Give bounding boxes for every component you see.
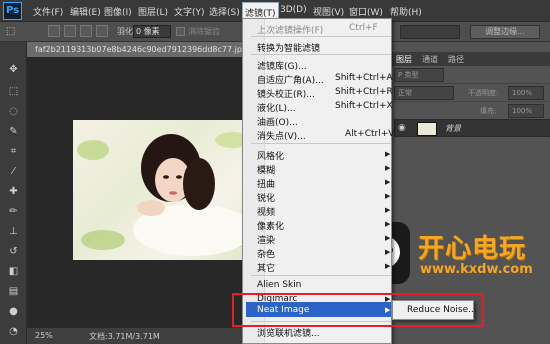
- new-selection-button[interactable]: [48, 25, 60, 37]
- layer-row-background[interactable]: ◉ 背景: [394, 119, 550, 137]
- menu-item-oil-paint[interactable]: 油画(O)...: [257, 115, 298, 128]
- crop-tool-icon[interactable]: ⌗: [8, 146, 19, 157]
- menu-help[interactable]: 帮助(H): [390, 5, 422, 18]
- antialias-checkbox[interactable]: [176, 27, 185, 36]
- quick-select-tool-icon[interactable]: ✎: [8, 126, 19, 137]
- layer-filter-row: P 类型: [388, 66, 550, 84]
- doc-info: 文档:3.71M/3.71M: [89, 332, 160, 341]
- panel-tabs: 图层 通道 路径: [388, 52, 550, 66]
- opacity-input[interactable]: 100%: [508, 86, 544, 100]
- menu-item-render[interactable]: 渲染: [257, 233, 275, 246]
- blur-tool-icon[interactable]: ●: [8, 306, 19, 317]
- document-tab[interactable]: faf2b2119313b07e8b4246c90ed7912396dd8c77…: [27, 42, 247, 57]
- submenu-arrow-icon: ▶: [385, 234, 391, 242]
- menu-item-last-filter[interactable]: 上次滤镜操作(F): [257, 23, 323, 36]
- stamp-tool-icon[interactable]: ⊥: [8, 226, 19, 237]
- tab-paths[interactable]: 路径: [448, 54, 464, 65]
- feather-input[interactable]: 0 像素: [133, 25, 171, 38]
- dodge-tool-icon[interactable]: ◔: [8, 326, 19, 337]
- submenu-arrow-icon: ▶: [385, 164, 391, 172]
- layer-name: 背景: [445, 124, 461, 133]
- fill-label: 填充:: [480, 107, 497, 115]
- marquee-tool-icon[interactable]: ⬚: [8, 86, 19, 97]
- shortcut-lens-correction: Shift+Ctrl+R: [335, 87, 393, 97]
- menu-edit[interactable]: 编辑(E): [70, 5, 101, 18]
- submenu-arrow-icon: ▶: [385, 248, 391, 256]
- submenu-arrow-icon: ▶: [385, 262, 391, 270]
- brush-tool-icon[interactable]: ✏: [8, 206, 19, 217]
- zoom-level[interactable]: 25%: [35, 331, 53, 340]
- tab-layers[interactable]: 图层: [396, 54, 412, 65]
- fill-input[interactable]: 100%: [508, 104, 544, 118]
- menu-3d[interactable]: 3D(D): [280, 5, 307, 15]
- submenu-arrow-icon: ▶: [385, 178, 391, 186]
- intersect-selection-button[interactable]: [96, 25, 108, 37]
- submenu-arrow-icon: ▶: [385, 206, 391, 214]
- menu-item-browse-online[interactable]: 浏览联机滤镜...: [257, 326, 320, 339]
- menu-item-noise[interactable]: 杂色: [257, 247, 275, 260]
- workspace-field[interactable]: [400, 25, 460, 39]
- eyedropper-tool-icon[interactable]: ⁄: [8, 166, 19, 177]
- submenu-arrow-icon: ▶: [385, 150, 391, 158]
- layer-thumbnail: [417, 122, 437, 136]
- history-brush-icon[interactable]: ↺: [8, 246, 19, 257]
- blend-mode-select[interactable]: 正常: [394, 86, 454, 100]
- refine-edge-button[interactable]: 调整边缘...: [470, 25, 540, 39]
- menu-item-pixelate[interactable]: 像素化: [257, 219, 284, 232]
- menu-item-alien-skin[interactable]: Alien Skin: [257, 280, 301, 290]
- menu-select[interactable]: 选择(S): [209, 5, 240, 18]
- menu-item-stylize[interactable]: 风格化: [257, 149, 284, 162]
- shortcut-liquify: Shift+Ctrl+X: [335, 101, 393, 111]
- watermark-url: www.kxdw.com: [420, 262, 533, 277]
- toolbox: ✥ ⬚ ◌ ✎ ⌗ ⁄ ✚ ✏ ⊥ ↺ ◧ ▤ ● ◔: [0, 42, 27, 344]
- menu-item-video[interactable]: 视频: [257, 205, 275, 218]
- menu-item-distort[interactable]: 扭曲: [257, 177, 275, 190]
- menu-item-lens-correction[interactable]: 镜头校正(R)...: [257, 87, 315, 100]
- tab-channels[interactable]: 通道: [422, 54, 438, 65]
- photoshop-logo: Ps: [3, 2, 22, 20]
- antialias-label: 消除锯齿: [188, 27, 220, 36]
- healing-brush-icon[interactable]: ✚: [8, 186, 19, 197]
- submenu-arrow-icon: ▶: [385, 192, 391, 200]
- layer-kind-select[interactable]: P 类型: [394, 68, 444, 82]
- menu-item-liquify[interactable]: 液化(L)...: [257, 101, 296, 114]
- menu-window[interactable]: 窗口(W): [349, 5, 383, 18]
- opacity-label: 不透明度:: [468, 89, 499, 97]
- gradient-tool-icon[interactable]: ▤: [8, 286, 19, 297]
- move-tool-icon[interactable]: ✥: [8, 64, 19, 75]
- shortcut-vanishing-point: Alt+Ctrl+V: [345, 129, 395, 139]
- lasso-tool-icon[interactable]: ◌: [8, 106, 19, 117]
- eye-icon[interactable]: ◉: [398, 123, 406, 133]
- marquee-tool-icon[interactable]: ⬚: [6, 26, 15, 37]
- fill-row: 填充: 100%: [388, 102, 550, 120]
- last-filter-shortcut: Ctrl+F: [349, 23, 378, 33]
- subtract-selection-button[interactable]: [80, 25, 92, 37]
- menu-view[interactable]: 视图(V): [313, 5, 344, 18]
- menu-file[interactable]: 文件(F): [33, 5, 63, 18]
- watermark-title: 开心电玩: [418, 234, 527, 264]
- menu-image[interactable]: 图像(I): [104, 5, 132, 18]
- menu-item-other[interactable]: 其它: [257, 261, 275, 274]
- highlight-callout-box: [232, 293, 484, 327]
- add-selection-button[interactable]: [64, 25, 76, 37]
- submenu-arrow-icon: ▶: [385, 220, 391, 228]
- menu-item-filter-gallery[interactable]: 滤镜库(G)...: [257, 59, 307, 72]
- shortcut-adaptive-wide-angle: Shift+Ctrl+A: [335, 73, 393, 83]
- menu-item-adaptive-wide-angle[interactable]: 自适应广角(A)...: [257, 73, 324, 86]
- menu-item-sharpen[interactable]: 锐化: [257, 191, 275, 204]
- document-image: [73, 120, 261, 260]
- menu-layer[interactable]: 图层(L): [138, 5, 168, 18]
- menu-item-smart-filter[interactable]: 转换为智能滤镜: [257, 41, 320, 54]
- menu-type[interactable]: 文字(Y): [174, 5, 205, 18]
- eraser-tool-icon[interactable]: ◧: [8, 266, 19, 277]
- blend-row: 正常 不透明度: 100%: [388, 84, 550, 102]
- menu-item-blur[interactable]: 模糊: [257, 163, 275, 176]
- menu-item-vanishing-point[interactable]: 消失点(V)...: [257, 129, 306, 142]
